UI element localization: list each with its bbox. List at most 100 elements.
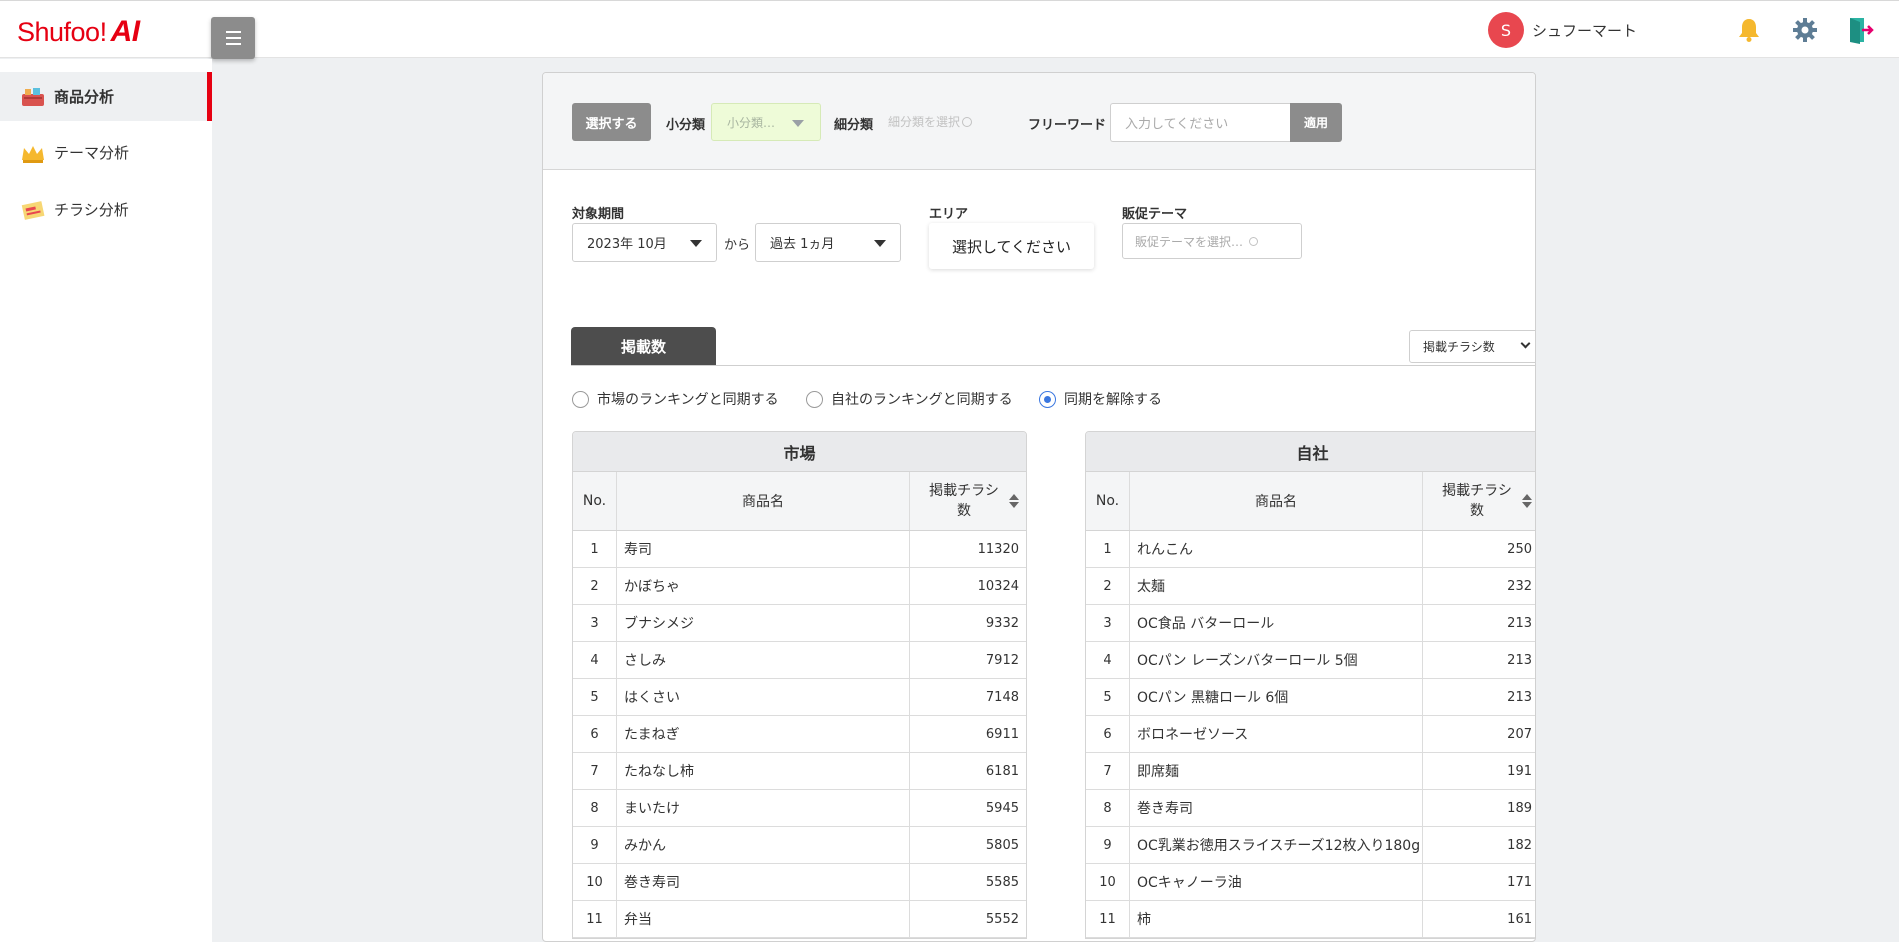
cell-no: 4 xyxy=(573,642,617,678)
table-row[interactable]: 3 ブナシメジ 9332 xyxy=(573,605,1026,642)
cell-value: 7912 xyxy=(985,652,1019,668)
gear-icon[interactable] xyxy=(1792,17,1818,43)
cell-no: 5 xyxy=(1086,679,1130,715)
cell-value: 7148 xyxy=(985,689,1019,705)
table-row[interactable]: 11 柿 161 xyxy=(1086,901,1535,938)
tab-listing-count[interactable]: 掲載数 xyxy=(571,327,716,365)
subcategory-select[interactable]: 小分類… xyxy=(711,103,821,141)
theme-input[interactable]: 販促テーマを選択… xyxy=(1122,223,1302,259)
table-row[interactable]: 2 かぼちゃ 10324 xyxy=(573,568,1026,605)
cell-no: 10 xyxy=(1086,864,1130,900)
cell-value: 161 xyxy=(1507,911,1532,927)
flyer-icon xyxy=(21,200,45,220)
cell-no: 9 xyxy=(1086,827,1130,863)
table-row[interactable]: 9 OC乳業お徳用スライスチーズ12枚入り180g 182 xyxy=(1086,827,1535,864)
subcategory-label: 小分類 xyxy=(666,118,706,133)
cell-value: 5552 xyxy=(985,911,1019,927)
radio-circle[interactable] xyxy=(1039,390,1056,408)
sidebar-item-theme-analysis[interactable]: テーマ分析 xyxy=(0,128,212,177)
cell-no: 1 xyxy=(573,531,617,567)
area-label: エリア xyxy=(929,207,969,222)
column-header-name: 商品名 xyxy=(1130,472,1423,530)
search-icon xyxy=(962,117,973,127)
table-row[interactable]: 7 即席麺 191 xyxy=(1086,753,1535,790)
sidebar-item-flyer-analysis[interactable]: チラシ分析 xyxy=(0,185,212,234)
unsync-radio[interactable]: 同期を解除する xyxy=(1039,389,1162,409)
area-select-button[interactable]: 選択してください xyxy=(929,223,1094,269)
table-row[interactable]: 1 れんこん 250 xyxy=(1086,531,1535,568)
table-row[interactable]: 1 寿司 11320 xyxy=(573,531,1026,568)
table-header: No. 商品名 掲載チラシ数 xyxy=(573,472,1026,531)
cell-value: 9332 xyxy=(985,615,1019,631)
chevron-down-icon xyxy=(690,240,702,247)
fine-category-input[interactable]: 細分類を選択 xyxy=(888,113,973,130)
freeword-input[interactable]: 入力してください xyxy=(1110,103,1291,142)
avatar[interactable]: S xyxy=(1488,12,1524,48)
sidebar-item-label: チラシ分析 xyxy=(54,201,129,219)
metric-select-value: 掲載チラシ数 xyxy=(1423,340,1495,354)
table-row[interactable]: 7 たねなし柿 6181 xyxy=(573,753,1026,790)
own-ranking-table: 自社 No. 商品名 掲載チラシ数 1 れんこん 250 2 太麺 232 3 OC食品 バタ… xyxy=(1085,431,1535,939)
cell-no: 7 xyxy=(573,753,617,789)
cell-no: 6 xyxy=(573,716,617,752)
fine-category-label: 細分類 xyxy=(834,118,874,133)
column-header-value[interactable]: 掲載チラシ数 xyxy=(910,472,1026,530)
cell-value: 6911 xyxy=(985,726,1019,742)
table-row[interactable]: 4 OCパン レーズンバターロール 5個 213 xyxy=(1086,642,1535,679)
app-logo[interactable]: Shufoo! AI xyxy=(17,15,140,49)
cell-name: 寿司 xyxy=(617,531,910,567)
sort-icon[interactable] xyxy=(1009,494,1019,508)
cell-name: さしみ xyxy=(617,642,910,678)
table-row[interactable]: 6 ボロネーゼソース 207 xyxy=(1086,716,1535,753)
column-header-value[interactable]: 掲載チラシ数 xyxy=(1423,472,1535,530)
table-row[interactable]: 3 OC食品 バターロール 213 xyxy=(1086,605,1535,642)
apply-button[interactable]: 適用 xyxy=(1290,103,1342,142)
period-range-select[interactable]: 過去 1ヵ月 xyxy=(755,223,901,262)
theme-label: 販促テーマ xyxy=(1122,207,1188,222)
cell-no: 1 xyxy=(1086,531,1130,567)
cell-name: ブナシメジ xyxy=(617,605,910,641)
period-start-select[interactable]: 2023年 10月 xyxy=(572,223,717,262)
cell-no: 5 xyxy=(573,679,617,715)
table-row[interactable]: 9 みかん 5805 xyxy=(573,827,1026,864)
bell-icon[interactable] xyxy=(1737,17,1761,43)
column-header-name: 商品名 xyxy=(617,472,910,530)
period-label: 対象期間 xyxy=(572,207,625,222)
table-row[interactable]: 8 巻き寿司 189 xyxy=(1086,790,1535,827)
sidebar-item-product-analysis[interactable]: 商品分析 xyxy=(0,72,212,121)
table-row[interactable]: 5 はくさい 7148 xyxy=(573,679,1026,716)
cell-value: 182 xyxy=(1507,837,1532,853)
sidebar: 商品分析 テーマ分析 チラシ分析 xyxy=(0,59,212,942)
chevron-down-icon xyxy=(874,240,886,247)
table-row[interactable]: 8 まいたけ 5945 xyxy=(573,790,1026,827)
metric-select[interactable]: 掲載チラシ数 xyxy=(1409,330,1535,363)
user-name[interactable]: シュフーマート xyxy=(1532,20,1637,41)
cell-value: 207 xyxy=(1507,726,1532,742)
cell-no: 11 xyxy=(1086,901,1130,937)
logout-icon[interactable] xyxy=(1848,16,1874,44)
table-row[interactable]: 5 OCパン 黒糖ロール 6個 213 xyxy=(1086,679,1535,716)
cell-name: はくさい xyxy=(617,679,910,715)
table-row[interactable]: 2 太麺 232 xyxy=(1086,568,1535,605)
period-start-value: 2023年 10月 xyxy=(587,237,667,252)
column-header-value-label: 掲載チラシ数 xyxy=(929,483,999,519)
table-row[interactable]: 6 たまねぎ 6911 xyxy=(573,716,1026,753)
table-row[interactable]: 4 さしみ 7912 xyxy=(573,642,1026,679)
table-row[interactable]: 11 弁当 5552 xyxy=(573,901,1026,938)
radio-circle[interactable] xyxy=(572,390,589,408)
cell-name: 即席麺 xyxy=(1130,753,1423,789)
cell-name: まいたけ xyxy=(617,790,910,826)
sidebar-item-label: テーマ分析 xyxy=(54,144,130,162)
sort-icon[interactable] xyxy=(1522,494,1532,508)
hamburger-menu-button[interactable] xyxy=(211,17,255,59)
table-row[interactable]: 10 OCキャノーラ油 171 xyxy=(1086,864,1535,901)
cell-value: 10324 xyxy=(977,578,1019,594)
sync-market-radio[interactable]: 市場のランキングと同期する xyxy=(572,389,779,409)
table-row[interactable]: 10 巻き寿司 5585 xyxy=(573,864,1026,901)
select-category-button[interactable]: 選択する xyxy=(572,103,651,141)
chevron-down-icon xyxy=(1520,338,1531,349)
radio-circle[interactable] xyxy=(806,390,823,408)
sync-own-radio[interactable]: 自社のランキングと同期する xyxy=(806,389,1013,409)
cell-value: 5945 xyxy=(985,800,1019,816)
cell-no: 6 xyxy=(1086,716,1130,752)
